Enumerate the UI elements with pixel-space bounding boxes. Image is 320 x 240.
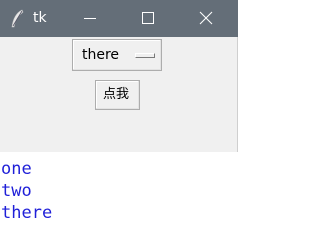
close-icon [199, 11, 213, 25]
tk-window: tk there 点我 [0, 0, 238, 152]
output-line: two [1, 181, 32, 201]
screenshot: tk there 点我 one two there [0, 0, 241, 231]
feather-icon [9, 9, 25, 29]
option-menu[interactable]: there [72, 39, 162, 71]
maximize-button[interactable] [125, 0, 171, 37]
option-menu-indicator-icon [135, 53, 155, 58]
maximize-icon [142, 12, 154, 24]
window-title: tk [33, 10, 47, 26]
option-menu-value: there [82, 47, 120, 63]
output-line: one [1, 159, 32, 179]
click-me-button-label: 点我 [103, 87, 130, 102]
output-line: there [1, 203, 53, 223]
close-button[interactable] [183, 0, 229, 37]
console-output: one two there [1, 158, 52, 224]
minimize-icon [84, 18, 96, 19]
click-me-button[interactable]: 点我 [95, 80, 140, 110]
title-bar[interactable]: tk [0, 0, 238, 37]
minimize-button[interactable] [67, 0, 113, 37]
